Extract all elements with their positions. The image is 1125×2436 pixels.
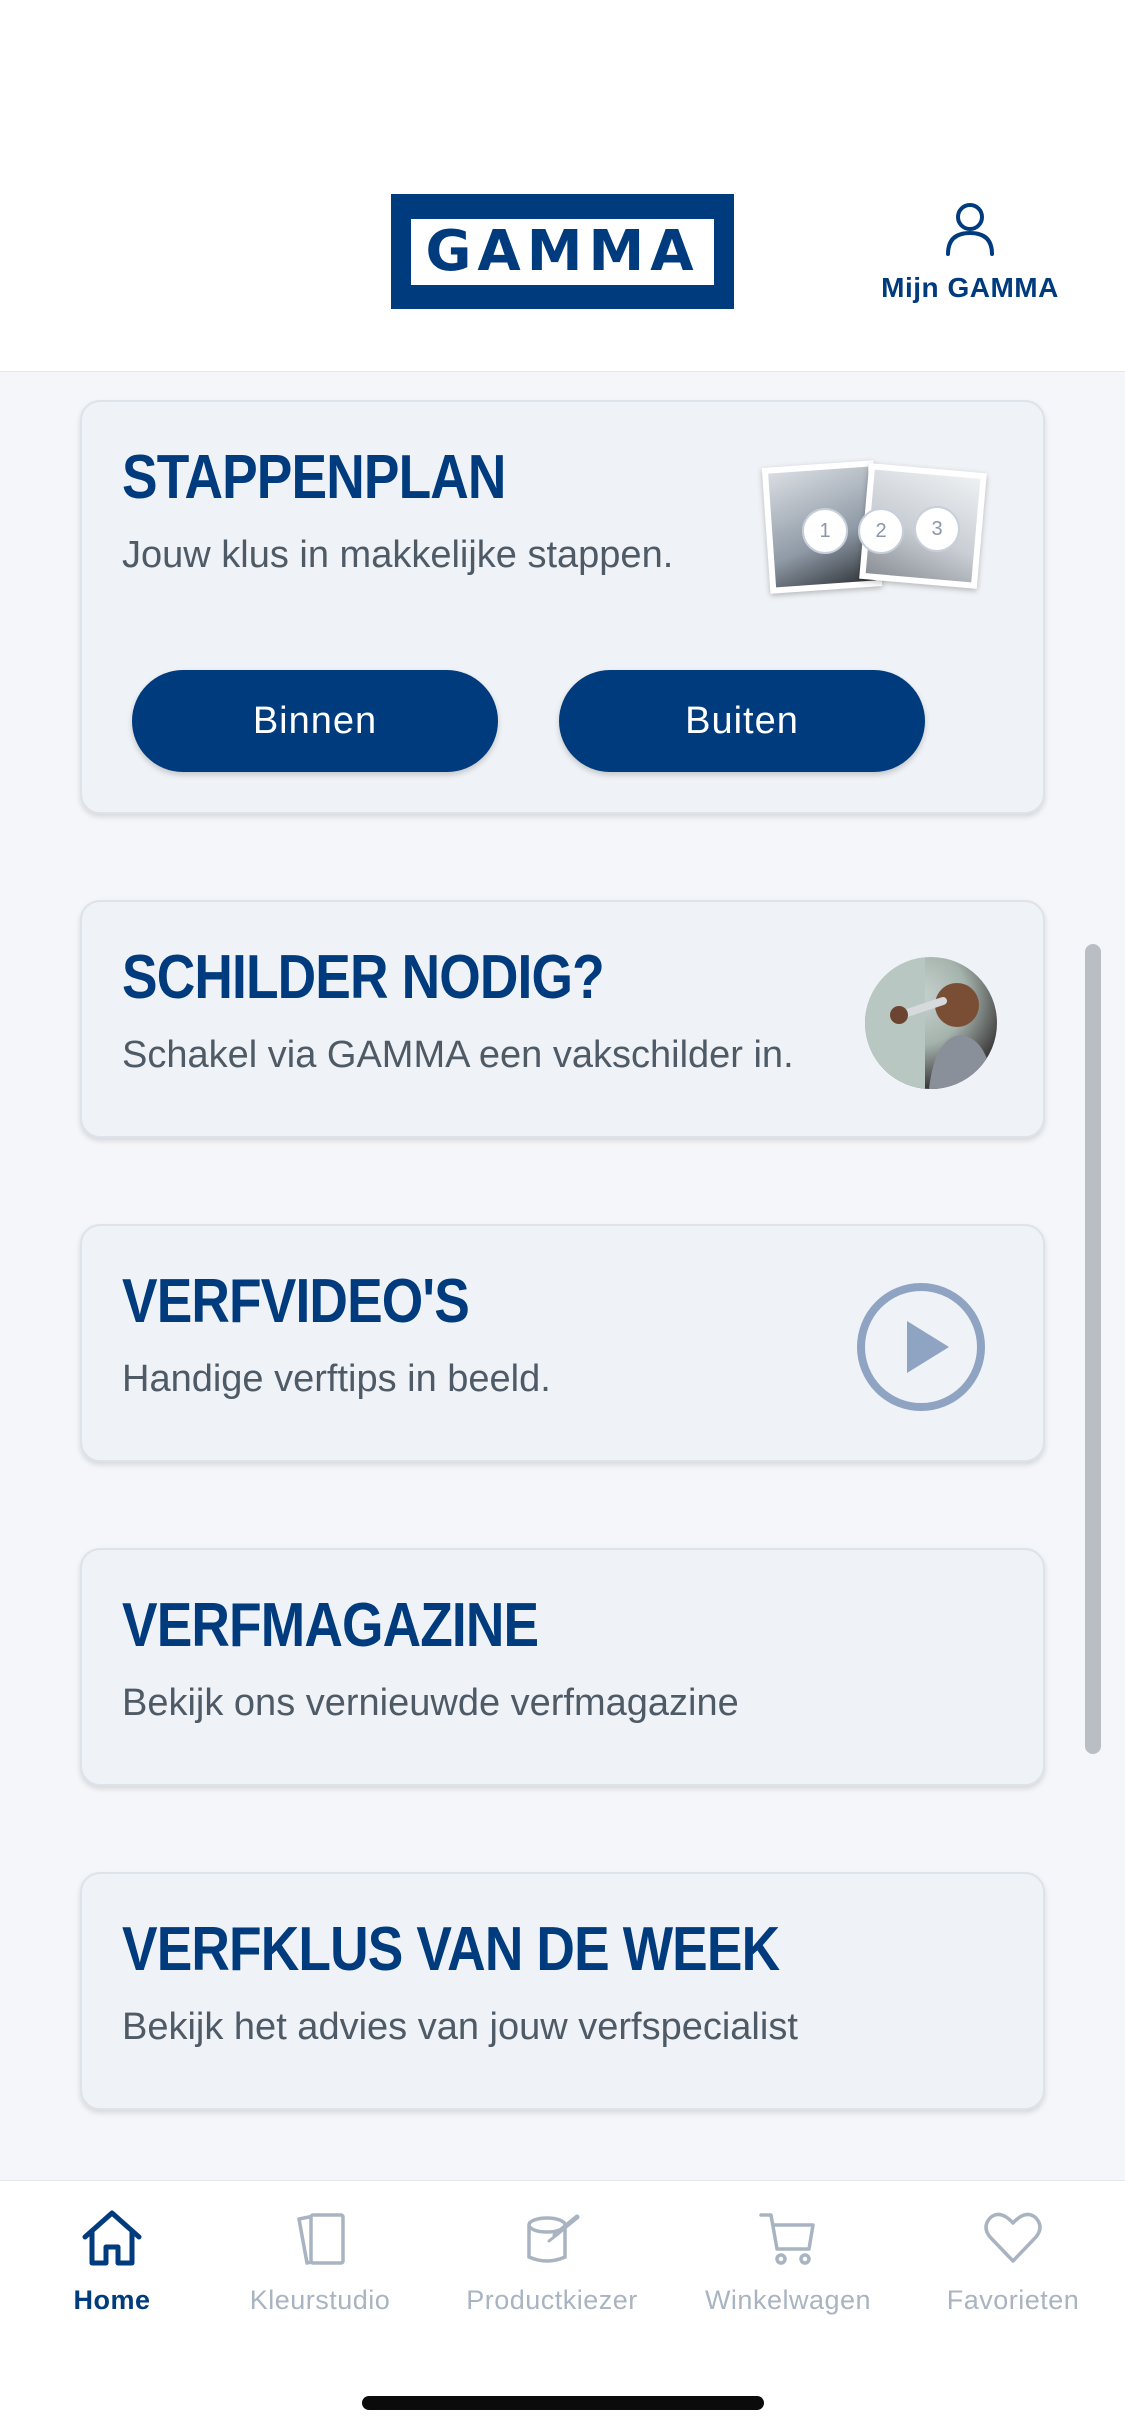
- home-icon: [82, 2210, 142, 2266]
- scrollbar[interactable]: [1085, 944, 1101, 1754]
- cart-icon: [759, 2213, 815, 2265]
- logo-text: GAMMA: [425, 218, 700, 284]
- card-verfvideos[interactable]: VERFVIDEO'S Handige verftips in beeld.: [80, 1224, 1045, 1462]
- card-title: VERFKLUS VAN DE WEEK: [122, 1915, 780, 1984]
- tab-label: Favorieten: [946, 2285, 1080, 2315]
- card-subtitle: Bekijk het advies van jouw verfspecialis…: [122, 2006, 798, 2048]
- gamma-logo-inner: GAMMA: [411, 218, 714, 285]
- paint-can-icon: [527, 2214, 580, 2263]
- step-number: 1: [802, 508, 848, 554]
- heart-icon: [984, 2212, 1042, 2263]
- tab-kleurstudio[interactable]: Kleurstudio: [240, 2205, 400, 2316]
- card-verfklus[interactable]: VERFKLUS VAN DE WEEK Bekijk het advies v…: [80, 1872, 1045, 2110]
- card-subtitle: Bekijk ons vernieuwde verfmagazine: [122, 1682, 739, 1724]
- card-schilder[interactable]: SCHILDER NODIG? Schakel via GAMMA een va…: [80, 900, 1045, 1138]
- card-title: SCHILDER NODIG?: [122, 943, 605, 1012]
- user-icon: [946, 203, 994, 256]
- tab-label: Home: [73, 2285, 151, 2315]
- card-subtitle: Schakel via GAMMA een vakschilder in.: [122, 1034, 794, 1076]
- app-header: GAMMA Mijn GAMMA: [0, 0, 1125, 372]
- tab-productkiezer[interactable]: Productkiezer: [458, 2205, 646, 2316]
- tab-label: Productkiezer: [466, 2285, 638, 2315]
- card-subtitle: Handige verftips in beeld.: [122, 1358, 551, 1400]
- card-title: VERFVIDEO'S: [122, 1267, 470, 1336]
- tab-winkelwagen[interactable]: Winkelwagen: [700, 2205, 876, 2316]
- card-subtitle: Jouw klus in makkelijke stappen.: [122, 534, 674, 576]
- tab-favorieten[interactable]: Favorieten: [938, 2205, 1088, 2316]
- card-title: STAPPENPLAN: [122, 443, 506, 512]
- steps-illustration: 1 2 3: [758, 456, 998, 596]
- play-icon: [857, 1283, 985, 1411]
- account-label: Mijn GAMMA: [881, 272, 1059, 303]
- tab-home[interactable]: Home: [52, 2205, 172, 2316]
- binnen-button[interactable]: Binnen: [132, 670, 498, 772]
- home-indicator: [362, 2396, 764, 2410]
- gamma-logo[interactable]: GAMMA: [391, 194, 734, 309]
- card-title: VERFMAGAZINE: [122, 1591, 539, 1660]
- account-button[interactable]: Mijn GAMMA: [870, 200, 1070, 310]
- tab-label: Kleurstudio: [249, 2285, 391, 2315]
- buiten-button[interactable]: Buiten: [559, 670, 925, 772]
- painter-photo: [865, 957, 997, 1089]
- tab-label: Winkelwagen: [704, 2285, 872, 2315]
- color-cards-icon: [297, 2213, 345, 2265]
- card-stappenplan[interactable]: STAPPENPLAN Jouw klus in makkelijke stap…: [80, 400, 1045, 814]
- step-number: 3: [914, 506, 960, 552]
- home-content[interactable]: STAPPENPLAN Jouw klus in makkelijke stap…: [0, 372, 1125, 2180]
- step-number: 2: [858, 508, 904, 554]
- card-verfmagazine[interactable]: VERFMAGAZINE Bekijk ons vernieuwde verfm…: [80, 1548, 1045, 1786]
